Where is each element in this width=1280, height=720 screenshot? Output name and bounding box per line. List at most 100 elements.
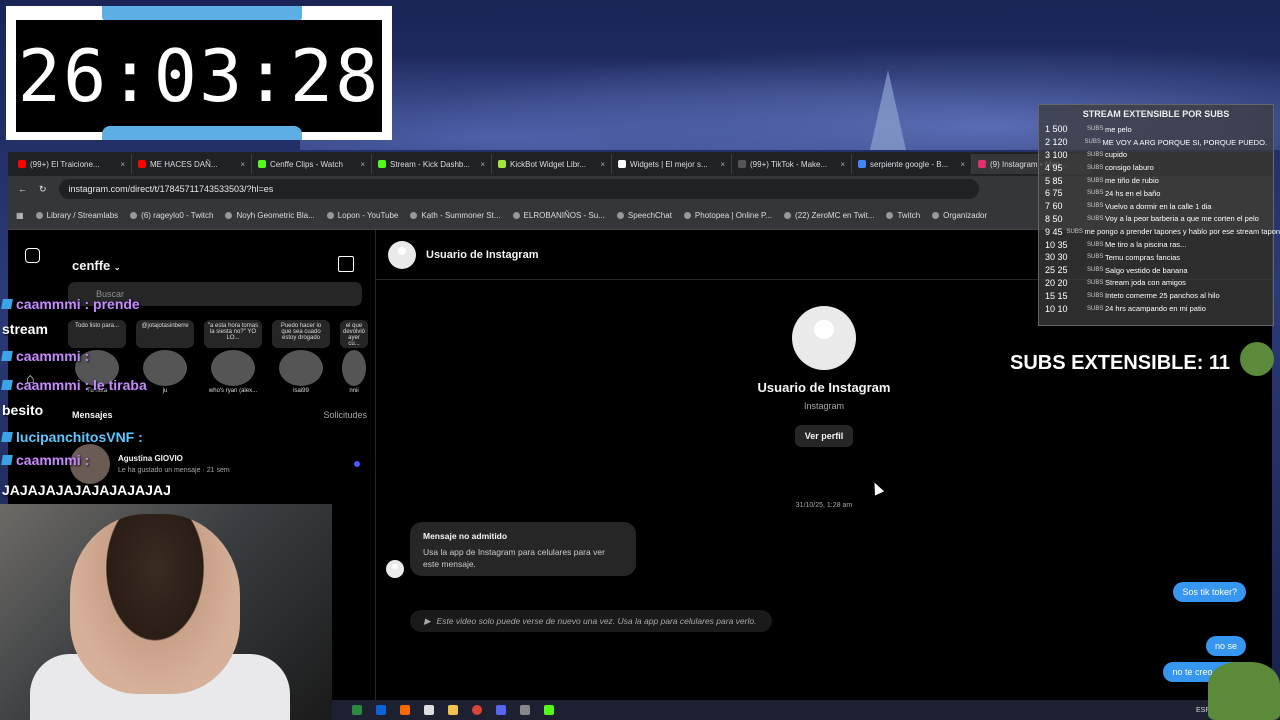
- browser-tab[interactable]: Stream - Kick Dashb... ×: [372, 154, 492, 174]
- badge-icon: [1, 380, 13, 390]
- tab-label: ME HACES DAÑ...: [150, 159, 218, 169]
- subs-unit: SUBS: [1087, 151, 1104, 158]
- browser-tab[interactable]: (99+) El Traicione... ×: [12, 154, 132, 174]
- taskbar: ESP: [332, 700, 1280, 720]
- subs-goal-text: consigo laburo: [1105, 163, 1154, 173]
- bookmark[interactable]: Kạth - Summoner St...: [410, 211, 501, 220]
- tab-favicon-icon: [378, 160, 386, 168]
- close-icon[interactable]: ×: [840, 160, 845, 169]
- subs-goal-text: 24 hrs acampando en mi patio: [1105, 304, 1206, 314]
- taskbar-app-icon[interactable]: [520, 705, 530, 715]
- subs-goal-title: STREAM EXTENSIBLE POR SUBS: [1082, 109, 1230, 119]
- taskbar-app-icon[interactable]: [376, 705, 386, 715]
- close-icon[interactable]: ×: [960, 160, 965, 169]
- browser-tab[interactable]: KickBot Widget Libr... ×: [492, 154, 612, 174]
- apps-grid-icon[interactable]: ▦: [16, 211, 24, 220]
- note-text: Puedo hacer lo que sea cuado estoy droga…: [272, 320, 330, 348]
- subs-goal-text: Temu compras fancias: [1105, 252, 1181, 262]
- subs-count: 8 50: [1045, 213, 1063, 224]
- tab-label: Cenffe Clips - Watch: [270, 159, 343, 169]
- account-username[interactable]: cenffe ⌄: [72, 258, 121, 273]
- badge-icon: [1, 299, 13, 309]
- close-icon[interactable]: ×: [480, 160, 485, 169]
- unsupported-message: Mensaje no admitido Usa la app de Instag…: [410, 522, 636, 576]
- subs-extensible-counter: SUBS EXTENSIBLE: 11: [1010, 352, 1231, 374]
- tab-label: (99+) El Traicione...: [30, 159, 100, 169]
- subs-goal-text: Me tiro a la piscina ras...: [1105, 240, 1187, 250]
- timer-value: 26:03:28: [16, 20, 382, 132]
- avatar[interactable]: [388, 240, 416, 269]
- taskbar-app-icon[interactable]: [352, 705, 362, 715]
- chat-line: besito: [2, 402, 43, 418]
- outgoing-message: no se: [1205, 636, 1246, 656]
- pepe-emote-icon: [1208, 662, 1280, 720]
- chrome-icon[interactable]: [472, 705, 482, 715]
- bookmark-label: Twitch: [897, 211, 921, 220]
- view-profile-button[interactable]: Ver perfil: [794, 425, 854, 447]
- bookmark[interactable]: SpeechChat: [616, 211, 672, 220]
- note-item[interactable]: el que devolvió ayer cu... nnii: [340, 320, 368, 400]
- bookmark-label: SpeechChat: [627, 211, 672, 220]
- tab-label: KickBot Widget Libr...: [510, 159, 587, 169]
- bookmark[interactable]: Library / Streamlabs: [35, 211, 118, 220]
- chat-line: lucipanchitosVNF :: [1, 429, 143, 445]
- chat-line: caammmi :: [1, 348, 89, 364]
- username-text: cenffe: [72, 258, 111, 273]
- badge-icon: [1, 432, 13, 442]
- subs-count: 25 25: [1045, 265, 1068, 276]
- bookmark[interactable]: Lopon - YouTube: [326, 211, 399, 220]
- taskbar-app-icon[interactable]: [544, 705, 554, 715]
- bookmark-label: Photopea | Online P...: [694, 211, 773, 220]
- reload-icon[interactable]: ↻: [39, 184, 47, 195]
- close-icon[interactable]: ×: [120, 160, 125, 169]
- browser-tab[interactable]: Widgets | El mejor s... ×: [612, 154, 732, 174]
- avatar: [342, 350, 366, 386]
- url-field[interactable]: instagram.com/direct/t/17845711743533503…: [58, 179, 979, 199]
- bookmark[interactable]: ELROBANIÑOS - Su...: [512, 211, 605, 220]
- subs-unit: SUBS: [1087, 190, 1104, 197]
- tab-label: (99+) TikTok - Make...: [750, 159, 828, 169]
- subs-unit: SUBS: [1087, 164, 1104, 171]
- note-item[interactable]: Puedo hacer lo que sea cuado estoy droga…: [272, 320, 330, 400]
- subs-count: 1 500: [1045, 124, 1068, 135]
- conversation-title[interactable]: Usuario de Instagram: [426, 249, 538, 261]
- subs-goal-row: 8 50 SUBS Voy a la peor barberia a que me …: [1045, 213, 1267, 226]
- back-arrow-icon[interactable]: ←: [18, 184, 27, 194]
- subs-goal-row: 6 75 SUBS 24 hs en el baño: [1045, 187, 1267, 200]
- browser-tab[interactable]: (99+) TikTok - Make... ×: [732, 154, 852, 174]
- bookmark-icon: [784, 212, 792, 219]
- bookmark[interactable]: Photopea | Online P...: [683, 211, 773, 220]
- chat-text: besito: [2, 402, 44, 418]
- new-message-icon[interactable]: [338, 256, 354, 272]
- taskbar-app-icon[interactable]: [448, 705, 458, 715]
- close-icon[interactable]: ×: [720, 160, 725, 169]
- subs-count: 15 15: [1045, 290, 1068, 301]
- timer-bottom-tab: [102, 126, 302, 140]
- instagram-logo-icon[interactable]: [25, 248, 40, 263]
- subs-goal-row: 10 35 SUBS Me tiro a la piscina ras...: [1045, 238, 1267, 251]
- taskbar-app-icon[interactable]: [424, 705, 434, 715]
- tab-favicon-icon: [498, 160, 506, 168]
- close-icon[interactable]: ×: [600, 160, 605, 169]
- video-note: ▶ Este video solo puede verse de nuevo un…: [410, 610, 772, 632]
- bookmark-label: Lopon - YouTube: [337, 211, 399, 220]
- bookmark[interactable]: (6) rageylo0 - Twitch: [130, 211, 213, 220]
- bookmark[interactable]: (22) ZeroMC en Twit...: [784, 211, 874, 220]
- note-name: nnii: [349, 388, 359, 394]
- bookmark[interactable]: Twitch: [886, 211, 920, 220]
- browser-tab[interactable]: ME HACES DAÑ... ×: [132, 154, 252, 174]
- bookmark[interactable]: Noyh Geometric Bla...: [225, 211, 315, 220]
- subs-goal-text: Vuelvo a dormir en la calle 1 dia: [1105, 201, 1212, 211]
- close-icon[interactable]: ×: [240, 160, 245, 169]
- browser-tab[interactable]: serpiente google - B... ×: [852, 154, 972, 174]
- close-icon[interactable]: ×: [360, 160, 365, 169]
- browser-tab[interactable]: Cenffe Clips - Watch ×: [252, 154, 372, 174]
- badge-icon: [1, 351, 13, 361]
- subs-goal-row: 25 25 SUBS Salgo vestido de banana: [1045, 264, 1267, 277]
- bookmark[interactable]: Organizador: [932, 211, 987, 220]
- requests-link[interactable]: Solicitudes: [323, 410, 367, 420]
- discord-icon[interactable]: [496, 705, 506, 715]
- taskbar-app-icon[interactable]: [400, 705, 410, 715]
- subs-goal-text: Stream joda con amigos: [1105, 278, 1186, 288]
- subs-goal-box: STREAM EXTENSIBLE POR SUBS 1 500 SUBS me p…: [1038, 104, 1280, 326]
